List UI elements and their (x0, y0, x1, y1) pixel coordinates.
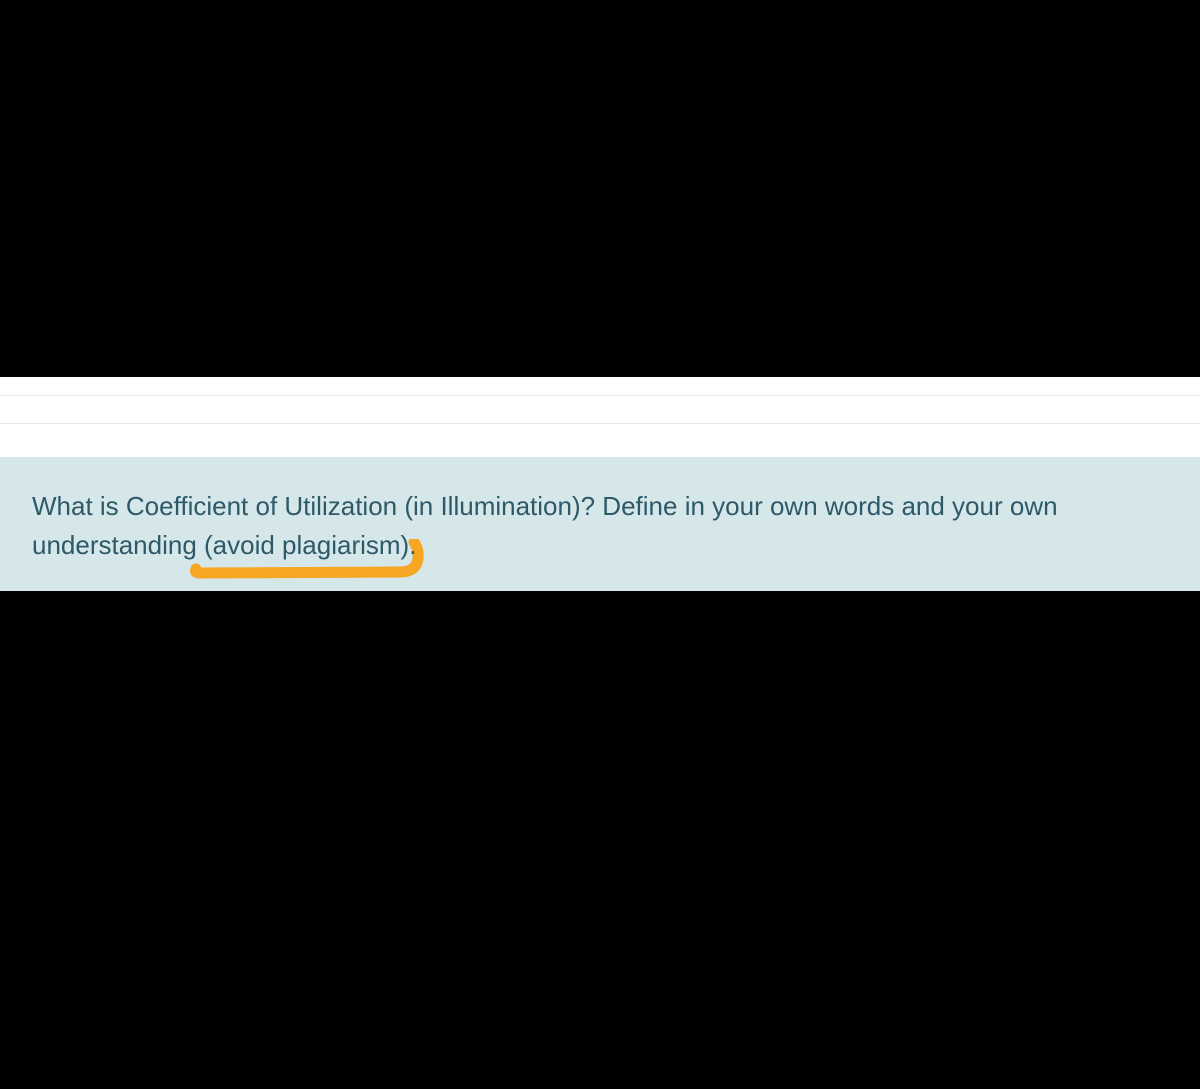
bottom-black-region (0, 591, 1200, 1089)
question-text: What is Coefficient of Utilization (in I… (32, 487, 1168, 565)
question-block: What is Coefficient of Utilization (in I… (0, 457, 1200, 591)
white-divider-band (0, 377, 1200, 457)
top-black-region (0, 0, 1200, 377)
page-container: What is Coefficient of Utilization (in I… (0, 0, 1200, 1089)
